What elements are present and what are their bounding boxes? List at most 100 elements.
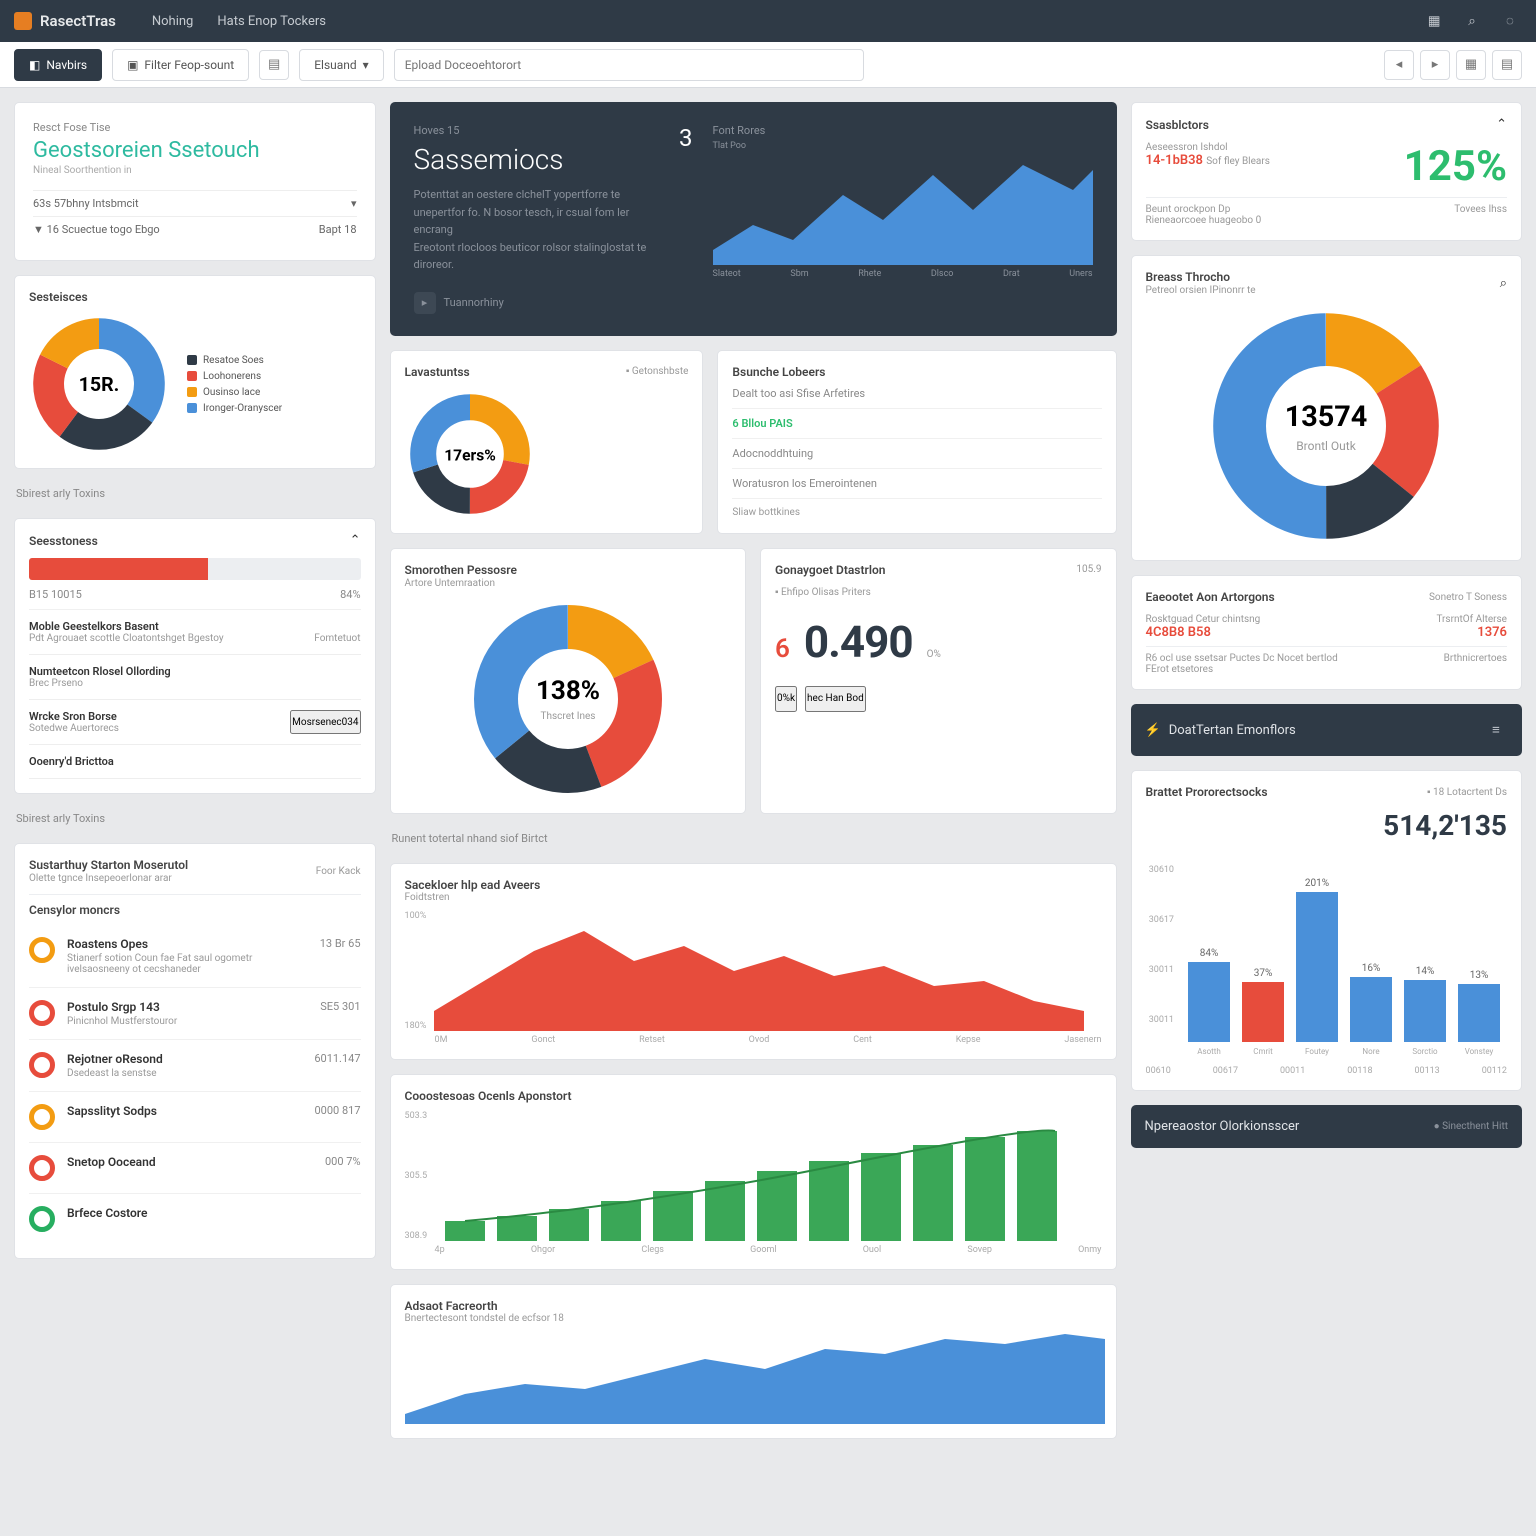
menu-icon[interactable]: ≡ <box>1484 718 1508 742</box>
footer-strip: Npereaostor Olorkionsscer ● Sinecthent H… <box>1131 1105 1522 1148</box>
list-item[interactable]: Sapsslityt Sodps0000 817 <box>29 1092 361 1143</box>
tab-3[interactable]: Elsuand▾ <box>299 49 384 81</box>
donut4-card: Breass ThrochoPetreol orsien IPinonrr te… <box>1131 255 1522 561</box>
donut2-card: Lavastuntss▪ Getonshbste 17ers% <box>390 350 704 534</box>
green-bar-chart <box>435 1111 1085 1241</box>
svg-text:Asotth: Asotth <box>1197 1047 1221 1056</box>
svg-text:Nore: Nore <box>1362 1047 1379 1056</box>
svg-text:30617: 30617 <box>1148 915 1173 925</box>
svg-text:30610: 30610 <box>1148 865 1173 875</box>
section-label: Sbirest arly Toxins <box>16 487 374 500</box>
hero-stat: 3 <box>679 124 693 152</box>
ring-icon <box>29 1052 55 1078</box>
svg-text:16%: 16% <box>1361 963 1380 974</box>
hero-sparkline <box>713 155 1093 265</box>
side-hero-title: Geostsoreien Ssetouch <box>33 138 357 163</box>
action-button[interactable]: Mosrsenec034 <box>290 710 360 734</box>
svg-text:84%: 84% <box>1199 948 1218 959</box>
side-hero-card: Resct Fose Tise Geostsoreien Ssetouch Ni… <box>14 102 376 261</box>
progress-bar <box>29 558 361 580</box>
ring-icon <box>29 1000 55 1026</box>
side-hero-kicker: Resct Fose Tise <box>33 121 357 134</box>
svg-text:30011: 30011 <box>1148 965 1173 975</box>
bell-icon[interactable]: ◌ <box>1498 9 1522 33</box>
tab-2[interactable]: ▣Filter Feop-sount <box>112 49 249 81</box>
side-hero-sub: Nineal Soorthention in <box>33 165 357 176</box>
toolbar: ◧Navbirs ▣Filter Feop-sount ▤ Elsuand▾ ◂… <box>0 42 1536 88</box>
left-section-2-label: Sbirest arly Toxins <box>16 812 374 825</box>
ring-icon <box>29 1206 55 1232</box>
list-item[interactable]: Postulo Srgp 143Pinicnhol Mustferstouror… <box>29 988 361 1040</box>
kpi-card: Ssasblctors⌃ Aeseessron Ishdol 14-1bB38 … <box>1131 102 1522 241</box>
barchart-total: 514,2'135 <box>1146 809 1507 842</box>
summary-card: Eaeootet Aon ArtorgonsSonetro T Soness R… <box>1131 575 1522 690</box>
donut2-chart: 17ers% <box>405 389 535 519</box>
top-bar: RasectTras Nohing Hats Enop Tockers ▦ ⌕ … <box>0 0 1536 42</box>
activity-list-card: Sustarthuy Starton MoserutolOlette tgnce… <box>14 843 376 1259</box>
grid-icon[interactable]: ▦ <box>1422 9 1446 33</box>
bolt-icon: ⚡ <box>1145 723 1161 738</box>
metric-card: Gonaygoet Dtastrlon105.9 ▪ Ehfipo Olisas… <box>760 548 1117 814</box>
search-input[interactable] <box>394 49 864 81</box>
view-btn-1[interactable]: ◂ <box>1384 50 1414 80</box>
brand-icon <box>14 12 32 30</box>
kpi-big-value: 125% <box>1404 142 1507 191</box>
green-chart-card: Cooostesoas Ocenls Aponstort 503.3305.53… <box>390 1074 1117 1270</box>
svg-text:Thscret Ines: Thscret Ines <box>540 711 595 722</box>
detail-list-card: Bsunche Lobeers Dealt too asi Sfise Arfe… <box>717 350 1116 534</box>
brand[interactable]: RasectTras <box>14 12 116 30</box>
donut4-chart: 13574 Brontl Outk <box>1206 306 1446 546</box>
svg-text:14%: 14% <box>1415 966 1434 977</box>
svg-text:201%: 201% <box>1304 878 1328 889</box>
donut3-card: Smorothen PessosreArtore Untemraation 13… <box>390 548 747 814</box>
donut1-card: Sesteisces 15R. Resatoe Soes Loohonerens… <box>14 275 376 469</box>
search-icon[interactable]: ⌕ <box>1460 9 1484 33</box>
bar-chart: 30610 30617 30011 30011 84% 37% 201% 16% 14… <box>1146 842 1506 1062</box>
list-item[interactable]: Rejotner oResondDsedeast la senstse6011.… <box>29 1040 361 1092</box>
progress-card: Seesstoness⌃ B15 1001584% Moble Geestelk… <box>14 518 376 794</box>
toolbar-icon-1[interactable]: ▤ <box>259 50 289 80</box>
play-icon[interactable]: ▸ <box>414 292 436 314</box>
tab-active[interactable]: ◧Navbirs <box>14 49 102 81</box>
mini-btn-1[interactable]: 0%k <box>775 686 797 712</box>
donut1-legend: Resatoe Soes Loohonerens Ousinso lace Ir… <box>187 350 282 419</box>
search-icon[interactable]: ⌕ <box>1500 276 1507 291</box>
svg-text:37%: 37% <box>1253 968 1272 979</box>
svg-text:Sorctio: Sorctio <box>1412 1047 1438 1056</box>
dark-strip: ⚡DoatTertan Emonflors ≡ <box>1131 704 1522 756</box>
bar-chart-card: Brattet Prororectsocks▪ 18 Lotacrtent Ds… <box>1131 770 1522 1091</box>
svg-text:Cmrit: Cmrit <box>1253 1047 1273 1056</box>
list-item[interactable]: Roastens OpesStianerf sotion Coun fae Fa… <box>29 925 361 988</box>
brand-text: RasectTras <box>40 12 116 30</box>
mini-btn-2[interactable]: hec Han Bod <box>805 686 866 712</box>
svg-text:Vonstey: Vonstey <box>1464 1047 1493 1056</box>
hero-panel: Hoves 15 Sassemiocs Potenttat an oestere… <box>390 102 1117 336</box>
list-item[interactable]: Brfece Costore <box>29 1194 361 1244</box>
blue-chart-card: Adsaot Facreorth Bnertectesont tondstel … <box>390 1284 1117 1439</box>
svg-text:138%: 138% <box>536 676 600 706</box>
ring-icon <box>29 1155 55 1181</box>
view-btn-4[interactable]: ▤ <box>1492 50 1522 80</box>
svg-text:30011: 30011 <box>1148 1015 1173 1025</box>
hero-title: Sassemiocs <box>414 143 660 176</box>
svg-text:15R.: 15R. <box>79 373 120 396</box>
nav-item-1[interactable]: Nohing <box>152 14 194 29</box>
red-area-chart <box>434 911 1084 1031</box>
chevron-icon[interactable]: ⌃ <box>350 533 361 548</box>
svg-text:13%: 13% <box>1469 970 1488 981</box>
donut1-title: Sesteisces <box>29 290 88 304</box>
nav-item-2[interactable]: Hats Enop Tockers <box>217 14 326 29</box>
blue-area-chart <box>405 1324 1105 1424</box>
svg-text:13574: 13574 <box>1285 400 1368 434</box>
svg-text:Foutey: Foutey <box>1305 1047 1329 1056</box>
chevron-down-icon[interactable]: ▾ <box>351 197 357 210</box>
list-item[interactable]: Snetop Ooceand000 7% <box>29 1143 361 1194</box>
svg-text:17ers%: 17ers% <box>444 446 496 464</box>
red-chart-card: Sacekloer hlp ead Aveers Foidtstren 100%… <box>390 863 1117 1060</box>
svg-text:Brontl Outk: Brontl Outk <box>1296 439 1357 453</box>
ring-icon <box>29 1104 55 1130</box>
view-btn-3[interactable]: ▦ <box>1456 50 1486 80</box>
chevron-icon[interactable]: ⌃ <box>1496 117 1507 132</box>
view-btn-2[interactable]: ▸ <box>1420 50 1450 80</box>
donut1-chart: 15R. <box>29 314 169 454</box>
